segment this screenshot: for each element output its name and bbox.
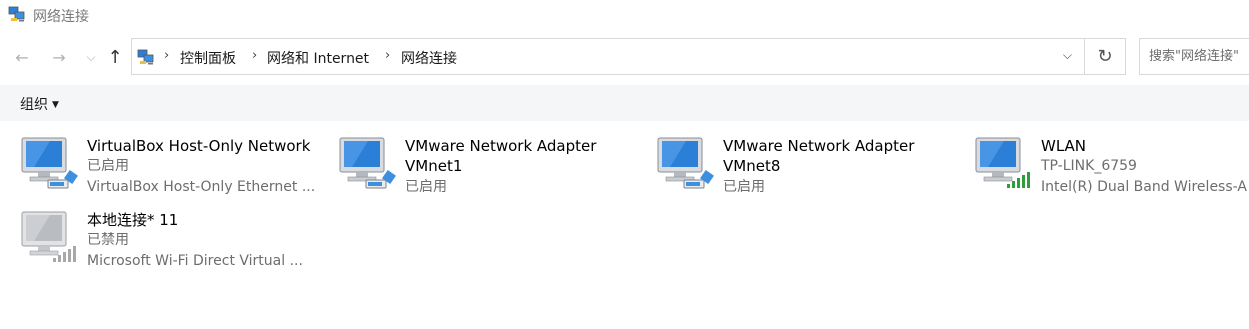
connection-name: 本地连接* 11	[87, 211, 179, 229]
recent-locations-button[interactable]: ⌵	[80, 46, 102, 68]
ethernet-adapter-icon	[657, 137, 714, 189]
address-bar[interactable]: › 控制面板 › 网络和 Internet › 网络连接 ⌵	[131, 38, 1085, 75]
connection-name: VMware Network Adapter	[723, 137, 915, 155]
organize-label: 组织	[20, 97, 48, 113]
connection-item-virtualbox[interactable]: VirtualBox Host-Only Network 已启用 Virtual…	[20, 136, 320, 206]
chevron-down-icon[interactable]: ⌵	[1063, 48, 1072, 63]
search-box[interactable]	[1139, 38, 1249, 75]
connection-item-wlan[interactable]: WLAN TP-LINK_6759 Intel(R) Dual Band Wir…	[974, 136, 1249, 206]
connection-name: WLAN	[1041, 137, 1087, 155]
connection-status: 已启用	[723, 179, 765, 195]
ethernet-adapter-icon	[21, 137, 78, 189]
connection-name-line2: VMnet8	[723, 157, 781, 175]
connection-status: 已启用	[87, 158, 129, 174]
connection-status: 已禁用	[87, 232, 129, 248]
connection-network: TP-LINK_6759	[1041, 158, 1137, 174]
connection-device: Intel(R) Dual Band Wireless-A	[1041, 179, 1247, 195]
chevron-right-icon[interactable]: ›	[164, 48, 169, 63]
organize-menu-button[interactable]: 组织 ▼	[20, 94, 59, 114]
chevron-right-icon[interactable]: ›	[252, 48, 257, 63]
caret-down-icon: ▼	[52, 100, 59, 110]
connection-device: VirtualBox Host-Only Ethernet ...	[87, 179, 316, 195]
chevron-right-icon[interactable]: ›	[385, 48, 390, 63]
ethernet-adapter-icon	[339, 137, 396, 189]
up-button[interactable]: ↑	[104, 46, 126, 68]
wireless-adapter-icon	[975, 137, 1030, 188]
connection-item-local-11[interactable]: 本地连接* 11 已禁用 Microsoft Wi-Fi Direct Virt…	[20, 210, 320, 280]
search-input[interactable]	[1140, 39, 1249, 74]
breadcrumb-control-panel[interactable]: 控制面板	[180, 48, 236, 68]
command-bar: 组织 ▼	[0, 85, 1249, 121]
navigation-bar: ← → ⌵ ↑ › 控制面板 › 网络和 Internet › 网络连接 ⌵ ↻	[0, 38, 1249, 78]
connection-name-line2: VMnet1	[405, 157, 463, 175]
network-folder-icon	[8, 6, 25, 22]
breadcrumb-network-connections[interactable]: 网络连接	[401, 48, 457, 68]
connection-status: 已启用	[405, 179, 447, 195]
connection-item-vmnet8[interactable]: VMware Network Adapter VMnet8 已启用	[656, 136, 956, 206]
breadcrumb-network-internet[interactable]: 网络和 Internet	[267, 48, 369, 68]
connection-device: Microsoft Wi-Fi Direct Virtual ...	[87, 253, 303, 269]
back-button[interactable]: ←	[11, 46, 33, 68]
network-folder-icon	[137, 49, 154, 65]
refresh-icon: ↻	[1097, 46, 1113, 67]
connection-name: VirtualBox Host-Only Network	[87, 137, 311, 155]
connection-name: VMware Network Adapter	[405, 137, 597, 155]
wireless-adapter-icon	[21, 211, 76, 262]
refresh-button[interactable]: ↻	[1085, 38, 1126, 75]
forward-button[interactable]: →	[48, 46, 70, 68]
window-title: 网络连接	[33, 9, 89, 25]
connection-item-vmnet1[interactable]: VMware Network Adapter VMnet1 已启用	[338, 136, 638, 206]
title-bar: 网络连接	[0, 0, 1249, 30]
